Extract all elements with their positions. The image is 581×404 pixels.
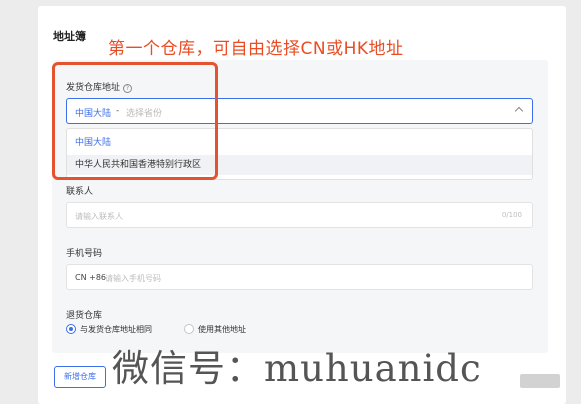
- partially-hidden-button[interactable]: [520, 374, 560, 388]
- contact-input[interactable]: 请输入联系人 0/100: [66, 202, 533, 228]
- contact-label: 联系人: [66, 187, 94, 197]
- watermark-text: 微信号：muhuanidc: [112, 347, 482, 390]
- chevron-up-icon[interactable]: [514, 106, 524, 116]
- contact-placeholder: 请输入联系人: [75, 212, 123, 221]
- phone-placeholder: 请输入手机号码: [105, 274, 161, 283]
- radio-same-address[interactable]: 与发货仓库地址相同: [66, 324, 152, 335]
- radio-checked-icon[interactable]: [66, 324, 76, 334]
- radio-same-address-label: 与发货仓库地址相同: [80, 325, 152, 334]
- phone-country-prefix[interactable]: CN +86: [75, 273, 106, 282]
- return-warehouse-label: 退货仓库: [66, 311, 103, 321]
- annotation-highlight-box: [52, 62, 218, 180]
- add-warehouse-button[interactable]: 新增仓库: [54, 366, 106, 388]
- phone-input[interactable]: CN +86 请输入手机号码: [66, 264, 533, 290]
- radio-unchecked-icon[interactable]: [184, 324, 194, 334]
- annotation-text: 第一个仓库，可自由选择CN或HK地址: [108, 39, 404, 59]
- radio-other-address-label: 使用其他地址: [198, 325, 246, 334]
- phone-label: 手机号码: [66, 249, 103, 259]
- card-title: 地址簿: [53, 30, 86, 43]
- radio-other-address[interactable]: 使用其他地址: [184, 324, 246, 335]
- contact-char-counter: 0/100: [501, 211, 522, 219]
